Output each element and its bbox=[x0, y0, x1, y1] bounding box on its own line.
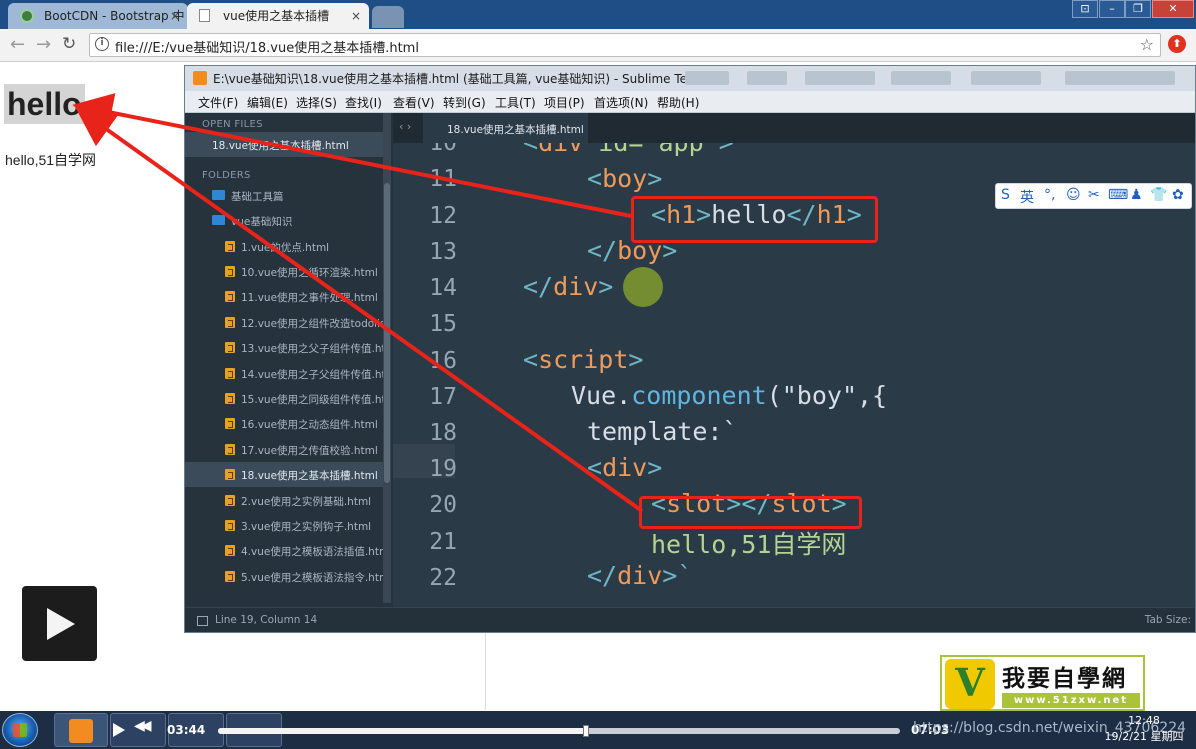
clock-time: 12:48 bbox=[1128, 714, 1160, 727]
progress-track[interactable] bbox=[218, 725, 900, 737]
annotation-arrows bbox=[72, 93, 644, 513]
progress-fill bbox=[218, 728, 587, 734]
clock-date: 19/2/21 星期四 bbox=[1104, 730, 1184, 743]
start-button[interactable] bbox=[2, 713, 38, 747]
current-time: 03:44 bbox=[167, 723, 206, 737]
play-icon[interactable] bbox=[113, 723, 125, 737]
logo-v-icon: V bbox=[945, 659, 995, 709]
arrow-from-h1 bbox=[72, 93, 632, 218]
arrow-from-slot bbox=[74, 106, 644, 513]
system-clock[interactable]: 12:48 19/2/21 星期四 bbox=[1094, 713, 1194, 745]
logo-text: 我要自學網 bbox=[1002, 666, 1127, 692]
rewind-icon[interactable]: ◀◀ bbox=[134, 718, 151, 734]
logo-url: www.51zxw.net bbox=[1002, 693, 1140, 708]
video-play-overlay-button[interactable] bbox=[22, 586, 97, 661]
taskbar-sublime-icon[interactable] bbox=[54, 713, 108, 747]
progress-knob[interactable] bbox=[583, 725, 590, 737]
51zxw-logo: V 我要自學網 www.51zxw.net bbox=[940, 655, 1145, 711]
